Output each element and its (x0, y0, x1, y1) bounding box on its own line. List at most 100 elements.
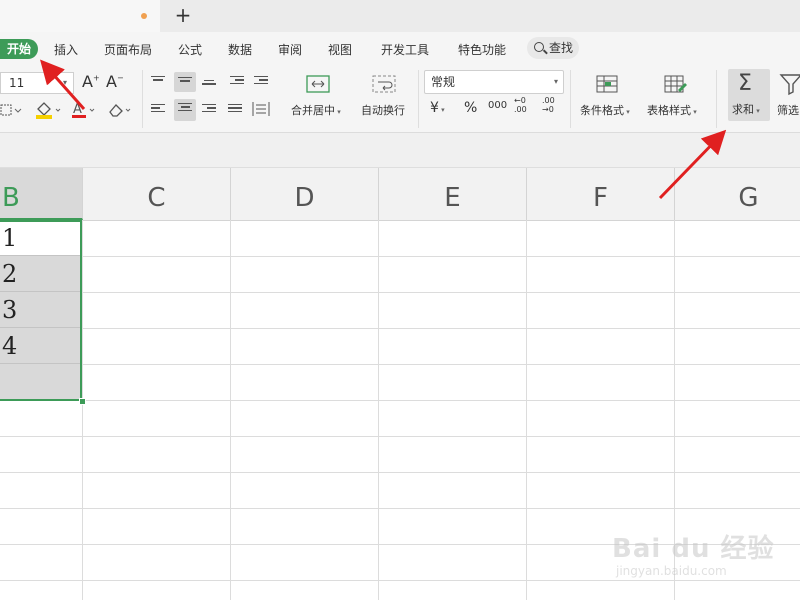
increase-indent-icon (254, 76, 270, 85)
filter-button[interactable]: 筛选 (776, 70, 800, 122)
new-tab-button[interactable]: + (172, 4, 194, 26)
column-header-g[interactable]: G (675, 168, 800, 220)
menu-tab-special-features[interactable]: 特色功能 (458, 41, 506, 58)
currency-button[interactable]: ¥ ▾ (430, 100, 445, 116)
font-grow-icon: A (82, 72, 93, 91)
chevron-down-icon: ▾ (624, 108, 630, 116)
search-button[interactable]: 查找 (527, 37, 579, 59)
decrease-indent-button[interactable] (230, 74, 246, 90)
grid-line (0, 292, 800, 293)
menu-bar: 开始 插入 页面布局 公式 数据 审阅 视图 开发工具 特色功能 查找 (0, 32, 800, 66)
align-middle-icon (178, 77, 192, 82)
column-header-e[interactable]: E (379, 168, 527, 220)
search-label: 查找 (549, 41, 574, 55)
eraser-icon (109, 104, 131, 117)
font-color-button[interactable]: A (70, 100, 98, 120)
table-style-icon (664, 74, 688, 96)
font-size-select[interactable]: 11 ▾ (0, 72, 74, 94)
grid-line (0, 472, 800, 473)
align-center-icon (178, 103, 192, 112)
grid-line (378, 220, 379, 600)
merge-center-button[interactable]: 合并居中 ▾ (291, 102, 341, 118)
sum-label: 求和 (732, 103, 754, 116)
number-format-value: 常规 (431, 75, 456, 89)
thousands-icon: 000 (488, 100, 508, 111)
font-size-value: 11 (9, 76, 25, 90)
distributed-align-button[interactable] (252, 100, 270, 118)
grid-line (0, 364, 800, 365)
ribbon-toolbar: 11 ▾ A+ A− A 合并居中 ▾ 自动换行 常规 ▾ ¥ ▾ % 000 (0, 66, 800, 133)
conditional-format-label: 条件格式 (580, 104, 624, 117)
menu-tab-page-layout[interactable]: 页面布局 (104, 41, 152, 58)
align-middle-button[interactable] (174, 72, 196, 92)
align-top-button[interactable] (151, 74, 167, 90)
menu-tab-developer[interactable]: 开发工具 (381, 41, 429, 58)
thousands-separator-button[interactable]: 000 (488, 100, 507, 111)
column-header-bar: B C D E F G (0, 168, 800, 221)
column-header-d[interactable]: D (231, 168, 379, 220)
column-header-f[interactable]: F (527, 168, 675, 220)
align-bottom-button[interactable] (202, 78, 218, 94)
chevron-down-icon: ▾ (335, 108, 341, 116)
document-tab[interactable] (0, 0, 160, 32)
column-header-b[interactable]: B (0, 168, 83, 220)
merge-center-icon (306, 74, 332, 96)
chevron-down-icon: ▾ (63, 78, 68, 87)
grid-line (0, 436, 800, 437)
grid-line (230, 220, 231, 600)
border-icon (0, 104, 22, 116)
font-shrink-button[interactable]: A− (106, 72, 124, 91)
font-color-icon: A (72, 102, 95, 118)
number-format-select[interactable]: 常规 ▾ (424, 70, 564, 94)
wrap-text-icon (372, 74, 398, 96)
column-header-c[interactable]: C (83, 168, 231, 220)
filter-label: 筛选 (777, 104, 799, 117)
menu-tab-formulas[interactable]: 公式 (178, 41, 202, 58)
wrap-text-button[interactable]: 自动换行 (361, 102, 405, 118)
align-top-icon (151, 76, 167, 81)
grid-line (0, 328, 800, 329)
menu-tab-home[interactable]: 开始 (0, 39, 38, 59)
align-right-button[interactable] (202, 102, 218, 118)
wrap-text-label: 自动换行 (361, 104, 405, 117)
increase-indent-button[interactable] (254, 74, 270, 90)
menu-tab-data[interactable]: 数据 (228, 41, 252, 58)
table-style-button[interactable]: 表格样式 ▾ (647, 102, 697, 118)
increase-decimal-button[interactable]: ←0 .00 (514, 96, 536, 114)
menu-tab-view[interactable]: 视图 (328, 41, 352, 58)
font-grow-button[interactable]: A+ (82, 72, 100, 91)
fill-color-button[interactable] (34, 100, 62, 120)
sigma-icon: Σ (738, 71, 752, 96)
grid-line (0, 400, 800, 401)
table-style-label: 表格样式 (647, 104, 691, 117)
svg-text:A: A (73, 102, 82, 117)
menu-tab-review[interactable]: 审阅 (278, 41, 302, 58)
decrease-decimal-button[interactable]: .00 →0 (542, 96, 564, 114)
font-shrink-icon: A (106, 72, 117, 91)
grid-line (82, 220, 83, 600)
paint-bucket-icon (36, 102, 61, 119)
fill-handle[interactable] (79, 398, 86, 405)
chevron-down-icon: ▾ (691, 108, 697, 116)
align-center-button[interactable] (174, 99, 196, 121)
align-left-icon (151, 104, 167, 113)
currency-icon: ¥ (430, 100, 439, 116)
grid-line (526, 220, 527, 600)
justify-icon (228, 104, 244, 113)
border-button[interactable] (0, 102, 22, 118)
clear-format-button[interactable] (106, 100, 134, 120)
unsaved-dot-icon (141, 13, 147, 19)
tab-strip: + (0, 0, 800, 32)
watermark-main: Bai du 经验 (612, 534, 775, 564)
align-left-button[interactable] (151, 102, 167, 118)
percent-button[interactable]: % (464, 100, 477, 116)
sum-label-wrap: 求和 ▾ (732, 101, 760, 117)
chevron-down-icon: ▾ (438, 106, 445, 114)
sum-button[interactable]: Σ 求和 ▾ (728, 69, 770, 121)
menu-tab-insert[interactable]: 插入 (54, 41, 78, 58)
justify-button[interactable] (228, 102, 244, 118)
search-icon (534, 42, 544, 52)
conditional-format-icon (596, 74, 620, 96)
conditional-format-button[interactable]: 条件格式 ▾ (580, 102, 630, 118)
filter-icon (779, 74, 800, 96)
